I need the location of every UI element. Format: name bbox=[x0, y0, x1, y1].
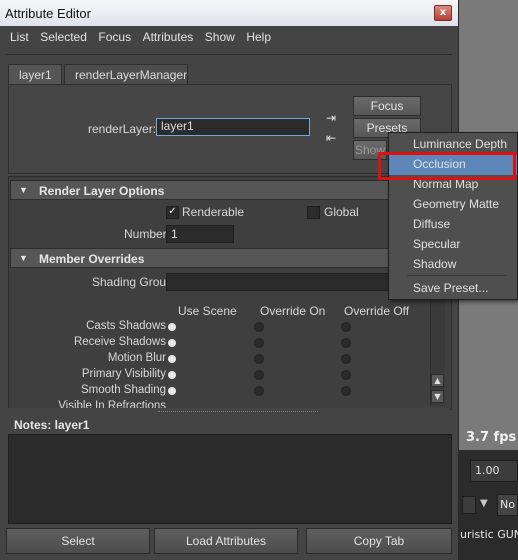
tab-layer1[interactable]: layer1 bbox=[8, 64, 62, 84]
frame-title: Render Layer Options bbox=[39, 184, 165, 198]
global-checkbox[interactable] bbox=[307, 206, 320, 219]
override-off-radio[interactable] bbox=[341, 322, 351, 332]
preset-geometry-matte[interactable]: Geometry Matte bbox=[389, 195, 517, 215]
collapse-triangle-icon: ▼ bbox=[19, 185, 28, 195]
render-layer-label: renderLayer: bbox=[88, 122, 157, 136]
row-label: Primary Visibility bbox=[81, 368, 166, 380]
override-off-radio[interactable] bbox=[341, 354, 351, 364]
focus-button[interactable]: Focus bbox=[353, 96, 421, 116]
override-off-radio[interactable] bbox=[341, 338, 351, 348]
collapse-triangle-icon: ▼ bbox=[19, 253, 28, 263]
column-use-scene: Use Scene bbox=[178, 304, 237, 318]
background-file-text: uristic GUN/C bbox=[460, 528, 518, 541]
override-row: Primary Visibility bbox=[22, 368, 166, 384]
background-dropdown[interactable]: No bbox=[497, 494, 518, 516]
menu-list[interactable]: List bbox=[10, 30, 29, 44]
shading-group-field[interactable] bbox=[166, 273, 390, 291]
fps-readout: 3.7 fps bbox=[466, 430, 517, 445]
use-scene-radio[interactable] bbox=[168, 339, 176, 347]
close-icon: x bbox=[439, 7, 447, 18]
use-scene-radio[interactable] bbox=[168, 355, 176, 363]
renderable-label: Renderable bbox=[182, 205, 245, 219]
override-row: Receive Shadows bbox=[22, 336, 166, 352]
notes-textarea[interactable] bbox=[8, 434, 452, 524]
override-row: Motion Blur bbox=[22, 352, 166, 368]
menu-divider bbox=[6, 54, 452, 55]
preset-shadow[interactable]: Shadow bbox=[389, 255, 517, 275]
title-bar[interactable]: Attribute Editor x bbox=[0, 0, 458, 26]
copy-tab-button[interactable]: Copy Tab bbox=[306, 528, 452, 554]
renderable-checkbox[interactable]: ✓ bbox=[166, 206, 179, 219]
use-scene-radio[interactable] bbox=[168, 323, 176, 331]
close-button[interactable]: x bbox=[434, 5, 452, 21]
menu-attributes[interactable]: Attributes bbox=[143, 30, 194, 44]
override-row: Casts Shadows bbox=[22, 320, 166, 336]
input-connections-icon[interactable]: ⇥ bbox=[326, 111, 338, 125]
row-label: Visible In Refractions bbox=[58, 400, 166, 408]
tab-render-layer-manager[interactable]: renderLayerManager bbox=[64, 64, 188, 84]
row-label: Casts Shadows bbox=[86, 320, 166, 332]
member-overrides-header[interactable]: ▼ Member Overrides bbox=[10, 248, 390, 268]
override-on-radio[interactable] bbox=[254, 338, 264, 348]
dropdown-arrow-icon[interactable]: ▼ bbox=[480, 498, 488, 509]
row-label: Receive Shadows bbox=[73, 336, 166, 348]
row-label: Smooth Shading bbox=[80, 384, 166, 396]
number-field[interactable]: 1 bbox=[166, 225, 234, 243]
use-scene-radio[interactable] bbox=[168, 371, 176, 379]
window-title: Attribute Editor bbox=[5, 6, 91, 21]
background-value-field[interactable]: 1.00 bbox=[470, 460, 518, 482]
row-label: Motion Blur bbox=[107, 352, 166, 364]
menu-separator bbox=[407, 275, 507, 276]
column-override-off: Override Off bbox=[344, 304, 410, 318]
render-layer-options-header[interactable]: ▼ Render Layer Options bbox=[10, 180, 390, 200]
override-off-radio[interactable] bbox=[341, 370, 351, 380]
select-button[interactable]: Select bbox=[6, 528, 150, 554]
override-on-radio[interactable] bbox=[254, 354, 264, 364]
menu-bar: List Selected Focus Attributes Show Help bbox=[6, 30, 275, 50]
column-override-on: Override On bbox=[260, 304, 326, 318]
global-label: Global bbox=[324, 205, 359, 219]
menu-help[interactable]: Help bbox=[246, 30, 271, 44]
override-row: Smooth Shading bbox=[22, 384, 166, 400]
splitter-grip[interactable] bbox=[158, 411, 318, 414]
occlusion-highlight-box bbox=[378, 152, 516, 180]
override-row: Visible In Refractions bbox=[22, 400, 166, 408]
pane-splitter[interactable] bbox=[8, 408, 450, 416]
preset-diffuse[interactable]: Diffuse bbox=[389, 215, 517, 235]
frame-title: Member Overrides bbox=[39, 252, 145, 266]
notes-label: Notes: layer1 bbox=[14, 418, 90, 432]
load-attributes-button[interactable]: Load Attributes bbox=[154, 528, 298, 554]
override-on-radio[interactable] bbox=[254, 386, 264, 396]
menu-selected[interactable]: Selected bbox=[40, 30, 87, 44]
scroll-up-icon[interactable]: ▲ bbox=[431, 374, 444, 387]
output-connections-icon[interactable]: ⇤ bbox=[326, 131, 338, 145]
scroll-down-icon[interactable]: ▼ bbox=[431, 390, 444, 403]
background-small-field[interactable] bbox=[462, 496, 476, 514]
shading-group-label: Shading Group bbox=[92, 275, 173, 289]
override-off-radio[interactable] bbox=[341, 386, 351, 396]
render-layer-name-field[interactable]: layer1 bbox=[156, 118, 310, 136]
menu-focus[interactable]: Focus bbox=[98, 30, 131, 44]
use-scene-radio[interactable] bbox=[168, 387, 176, 395]
preset-specular[interactable]: Specular bbox=[389, 235, 517, 255]
override-on-radio[interactable] bbox=[254, 322, 264, 332]
override-on-radio[interactable] bbox=[254, 370, 264, 380]
number-label: Number bbox=[124, 227, 167, 241]
save-preset-item[interactable]: Save Preset... bbox=[389, 279, 517, 299]
menu-show[interactable]: Show bbox=[205, 30, 235, 44]
